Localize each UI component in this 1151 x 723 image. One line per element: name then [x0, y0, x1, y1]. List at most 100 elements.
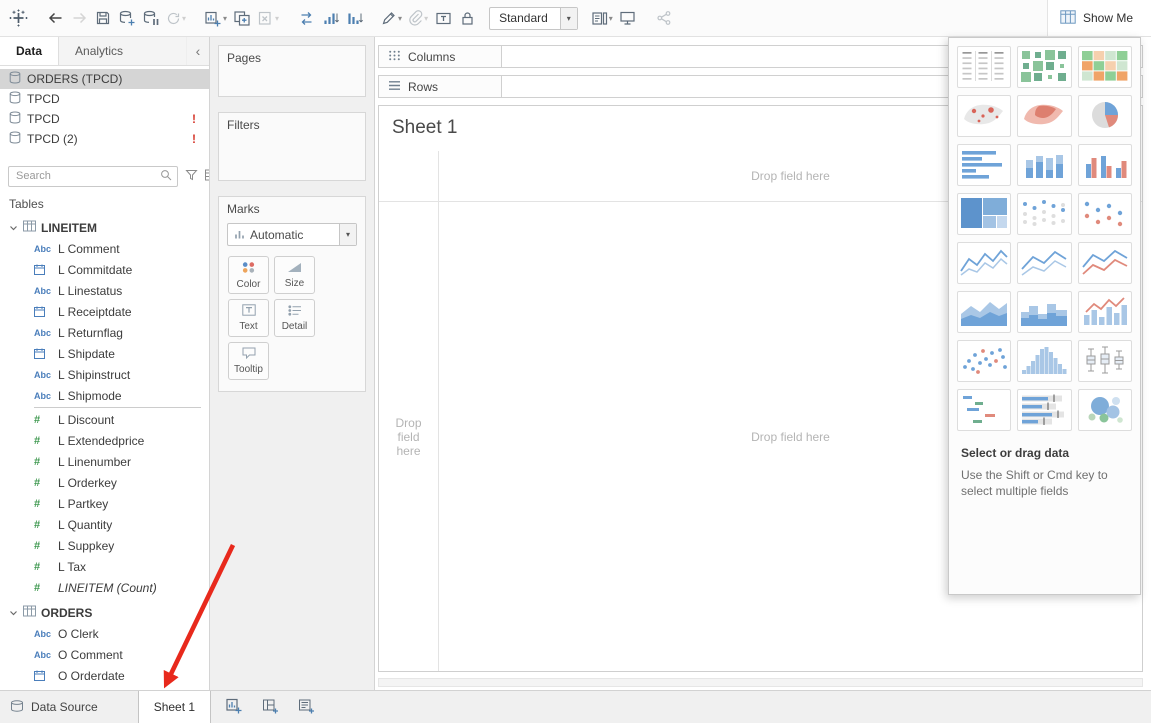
data-source-item[interactable]: TPCD (2)! — [0, 129, 209, 149]
undo-icon[interactable] — [43, 5, 67, 32]
show-me-button[interactable]: Show Me — [1047, 0, 1151, 36]
field-item[interactable]: L Receiptdate — [0, 301, 209, 322]
showme-area-charts-discrete[interactable] — [1017, 291, 1071, 333]
duplicate-sheet-icon[interactable] — [230, 5, 254, 32]
showme-filled-maps[interactable] — [1017, 95, 1071, 137]
showme-continuous-lines[interactable] — [957, 242, 1011, 284]
run-auto-updates-icon[interactable]: ▾ — [163, 5, 189, 32]
new-dashboard-button[interactable] — [259, 696, 281, 718]
new-story-button[interactable] — [295, 696, 317, 718]
sort-ascending-icon[interactable] — [318, 5, 342, 32]
pause-auto-updates-icon[interactable] — [139, 5, 163, 32]
showme-box-and-whisker[interactable] — [1078, 340, 1132, 382]
chevron-down-icon[interactable]: ▾ — [560, 8, 577, 29]
showme-pie-charts[interactable] — [1078, 95, 1132, 137]
table-group-header[interactable]: LINEITEM — [0, 217, 209, 238]
showme-discrete-lines[interactable] — [1017, 242, 1071, 284]
field-item[interactable]: AbcL Shipinstruct — [0, 364, 209, 385]
sheet-tab[interactable]: Sheet 1 — [138, 691, 211, 723]
showme-stacked-bars[interactable] — [1017, 144, 1071, 186]
showme-side-by-side-bars[interactable] — [1078, 144, 1132, 186]
showme-horizontal-bars[interactable] — [957, 144, 1011, 186]
field-item[interactable]: #L Extendedprice — [0, 430, 209, 451]
field-item[interactable]: L Commitdate — [0, 259, 209, 280]
field-item[interactable]: AbcO Comment — [0, 644, 209, 665]
data-source-item[interactable]: TPCD — [0, 89, 209, 109]
field-item[interactable]: #L Discount — [0, 409, 209, 430]
showme-packed-bubbles[interactable] — [1078, 389, 1132, 431]
field-item[interactable]: #L Orderkey — [0, 472, 209, 493]
field-item[interactable]: #L Quantity — [0, 514, 209, 535]
showme-heat-maps[interactable] — [1017, 46, 1071, 88]
drop-zone-left[interactable]: Drop field here — [379, 202, 438, 671]
swap-rows-columns-icon[interactable] — [294, 5, 318, 32]
number-field-icon: # — [34, 414, 58, 426]
showme-dual-combination[interactable] — [1078, 291, 1132, 333]
chevron-down-icon[interactable]: ▾ — [339, 224, 356, 245]
field-item[interactable]: #L Partkey — [0, 493, 209, 514]
fit-selector[interactable]: Standard▾ — [489, 7, 578, 30]
showme-bullet-graphs[interactable] — [1017, 389, 1071, 431]
share-workbook-icon[interactable] — [652, 5, 676, 32]
new-worksheet-button[interactable] — [223, 696, 245, 718]
marks-button-text[interactable]: Text — [228, 299, 269, 337]
clear-sheet-icon[interactable]: ▾ — [254, 5, 282, 32]
showme-symbol-maps[interactable] — [957, 95, 1011, 137]
columns-icon — [388, 50, 401, 64]
save-icon[interactable] — [91, 5, 115, 32]
filters-shelf[interactable]: Filters — [218, 112, 366, 181]
pages-shelf[interactable]: Pages — [218, 45, 366, 97]
filled-maps-thumbnail-icon — [1019, 98, 1069, 135]
marks-button-tooltip[interactable]: Tooltip — [228, 342, 269, 380]
field-item[interactable]: #L Linenumber — [0, 451, 209, 472]
marks-button-size[interactable]: Size — [274, 256, 315, 294]
field-item[interactable]: #L Suppkey — [0, 535, 209, 556]
data-source-item[interactable]: ORDERS (TPCD) — [0, 69, 209, 89]
tab-data[interactable]: Data — [0, 37, 59, 65]
showme-gantt[interactable] — [957, 389, 1011, 431]
data-source-item[interactable]: TPCD! — [0, 109, 209, 129]
redo-icon[interactable] — [67, 5, 91, 32]
showme-side-by-side-circles[interactable] — [1078, 193, 1132, 235]
sort-descending-icon[interactable] — [342, 5, 366, 32]
new-data-source-icon[interactable] — [115, 5, 139, 32]
show-me-hint-body: Use the Shift or Cmd key to select multi… — [961, 467, 1118, 499]
show-hide-cards-icon[interactable]: ▾ — [588, 5, 616, 32]
showme-dual-lines[interactable] — [1078, 242, 1132, 284]
collapse-pane-icon[interactable]: ‹ — [187, 37, 209, 65]
showme-scatter-plots[interactable] — [957, 340, 1011, 382]
field-item[interactable]: AbcL Linestatus — [0, 280, 209, 301]
marks-button-color[interactable]: Color — [228, 256, 269, 294]
field-item[interactable]: AbcL Returnflag — [0, 322, 209, 343]
presentation-mode-icon[interactable] — [616, 5, 640, 32]
marks-button-detail[interactable]: Detail — [274, 299, 315, 337]
showme-treemaps[interactable] — [957, 193, 1011, 235]
field-item[interactable]: O Orderdate — [0, 665, 209, 686]
mark-type-dropdown[interactable]: Automatic ▾ — [227, 223, 357, 246]
field-item[interactable]: AbcL Comment — [0, 238, 209, 259]
showme-text-tables[interactable] — [957, 46, 1011, 88]
marks-card: Marks Automatic ▾ ColorSizeTextDetailToo… — [218, 196, 366, 392]
filter-fields-icon[interactable] — [185, 169, 198, 184]
tab-analytics[interactable]: Analytics — [59, 37, 187, 65]
field-item[interactable]: AbcL Shipmode — [0, 385, 209, 406]
horizontal-scrollbar[interactable] — [378, 678, 1143, 687]
field-item[interactable]: AbcO Clerk — [0, 623, 209, 644]
field-item[interactable]: L Shipdate — [0, 343, 209, 364]
field-item[interactable]: #LINEITEM (Count) — [0, 577, 209, 598]
fix-axes-icon[interactable] — [455, 5, 479, 32]
group-members-icon[interactable]: ▾ — [405, 5, 431, 32]
showme-circle-views[interactable] — [1017, 193, 1071, 235]
tables-section-label: Tables — [9, 195, 200, 213]
showme-histogram[interactable] — [1017, 340, 1071, 382]
data-source-tab[interactable]: Data Source — [0, 691, 112, 723]
new-worksheet-icon[interactable]: ▾ — [201, 5, 230, 32]
highlight-icon[interactable]: ▾ — [378, 5, 405, 32]
search-input[interactable] — [14, 169, 160, 183]
tableau-logo-icon[interactable] — [6, 5, 31, 32]
showme-area-charts-continuous[interactable] — [957, 291, 1011, 333]
show-mark-labels-icon[interactable] — [431, 5, 455, 32]
showme-highlight-tables[interactable] — [1078, 46, 1132, 88]
field-item[interactable]: #L Tax — [0, 556, 209, 577]
table-group-header[interactable]: ORDERS — [0, 602, 209, 623]
